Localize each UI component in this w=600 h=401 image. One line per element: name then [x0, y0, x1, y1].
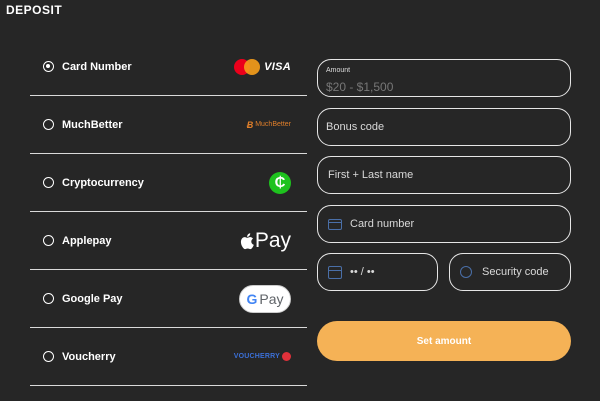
- name-placeholder: First + Last name: [328, 169, 414, 181]
- credit-card-icon: [328, 218, 342, 230]
- bonus-code-placeholder: Bonus code: [326, 121, 385, 133]
- card-number-field[interactable]: Card number: [317, 205, 571, 243]
- mastercard-visa-logo: VISA: [234, 58, 291, 75]
- crypto-coin-icon: ₵: [269, 171, 291, 194]
- apple-pay-logo: Pay: [239, 229, 291, 253]
- security-code-field[interactable]: Security code: [449, 253, 571, 291]
- bonus-code-field[interactable]: Bonus code: [317, 108, 571, 146]
- cryptocurrency-logo: ₵: [269, 171, 291, 194]
- method-voucherry[interactable]: Voucherry VOUCHERRY: [30, 328, 307, 386]
- google-pay-logo: G Pay: [239, 284, 291, 313]
- method-label: Applepay: [62, 234, 112, 247]
- radio-button[interactable]: [43, 119, 54, 130]
- security-icon: [460, 266, 472, 278]
- apple-icon: [240, 232, 254, 249]
- payment-method-list: Card Number VISA MuchBetter Ƀ MuchBetter …: [30, 38, 307, 386]
- method-google-pay[interactable]: Google Pay G Pay: [30, 270, 307, 328]
- method-label: Cryptocurrency: [62, 176, 144, 189]
- method-muchbetter[interactable]: MuchBetter Ƀ MuchBetter: [30, 96, 307, 154]
- expiry-placeholder: •• / ••: [350, 266, 375, 278]
- method-label: Voucherry: [62, 350, 116, 363]
- set-amount-button[interactable]: Set amount: [317, 321, 571, 361]
- cherry-icon: [282, 352, 291, 361]
- radio-button[interactable]: [43, 351, 54, 362]
- radio-button[interactable]: [43, 177, 54, 188]
- radio-button[interactable]: [43, 235, 54, 246]
- visa-icon: VISA: [264, 60, 291, 73]
- method-label: Google Pay: [62, 292, 123, 305]
- amount-field[interactable]: Amount $20 - $1,500: [317, 59, 571, 97]
- muchbetter-logo: Ƀ MuchBetter: [246, 119, 291, 130]
- method-label: Card Number: [62, 60, 132, 73]
- mastercard-icon: [234, 58, 261, 75]
- card-number-placeholder: Card number: [350, 218, 415, 230]
- method-label: MuchBetter: [62, 118, 123, 131]
- amount-placeholder: $20 - $1,500: [326, 80, 394, 94]
- voucherry-logo: VOUCHERRY: [234, 352, 291, 361]
- google-g-icon: G: [246, 290, 258, 307]
- expiry-field[interactable]: •• / ••: [317, 253, 438, 291]
- method-card-number[interactable]: Card Number VISA: [30, 38, 307, 96]
- page-title: DEPOSIT: [6, 3, 63, 17]
- radio-button-selected[interactable]: [43, 61, 54, 72]
- radio-button[interactable]: [43, 293, 54, 304]
- security-code-placeholder: Security code: [482, 266, 549, 278]
- amount-label: Amount: [326, 67, 351, 74]
- calendar-icon: [328, 265, 342, 279]
- name-field[interactable]: First + Last name: [317, 156, 571, 194]
- method-applepay[interactable]: Applepay Pay: [30, 212, 307, 270]
- method-cryptocurrency[interactable]: Cryptocurrency ₵: [30, 154, 307, 212]
